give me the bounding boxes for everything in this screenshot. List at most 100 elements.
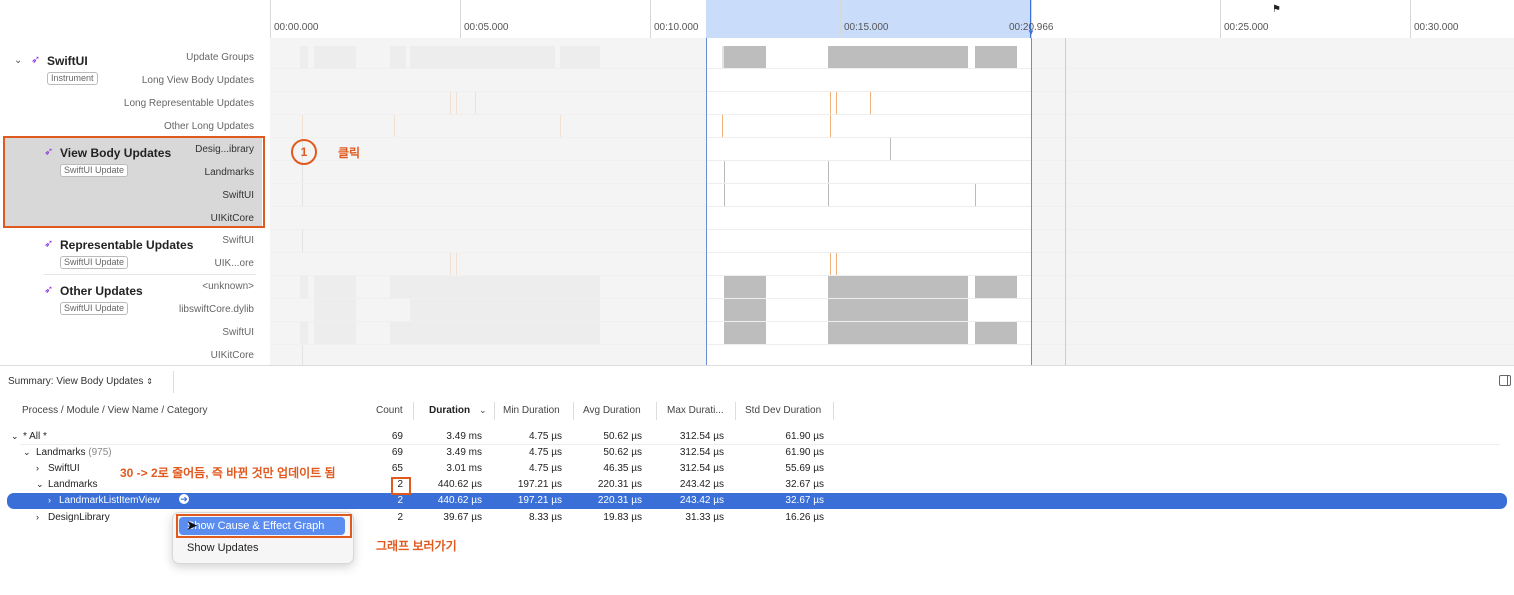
column-header-count[interactable]: Count bbox=[376, 405, 403, 416]
track-label[interactable]: SwiftUI bbox=[222, 235, 254, 246]
selection-start-line[interactable] bbox=[706, 38, 707, 365]
track-label[interactable]: Long View Body Updates bbox=[142, 75, 254, 86]
cell-max: 243.42 µs bbox=[679, 495, 724, 506]
cell-max: 31.33 µs bbox=[685, 512, 724, 523]
column-header-min-duration[interactable]: Min Duration bbox=[503, 405, 560, 416]
track-label[interactable]: UIKitCore bbox=[211, 350, 254, 361]
track-label[interactable]: Other Long Updates bbox=[164, 121, 254, 132]
table-row[interactable]: ⌄ * All * 69 3.49 ms 4.75 µs 50.62 µs 31… bbox=[0, 429, 1514, 445]
cell-duration: 440.62 µs bbox=[437, 479, 482, 490]
table-row[interactable]: ⌄ Landmarks (975) 69 3.49 ms 4.75 µs 50.… bbox=[0, 445, 1514, 461]
timeline-ruler[interactable]: 00:00.000 00:05.000 00:10.000 00:15.000 … bbox=[0, 0, 1514, 39]
row-name-text: Landmarks bbox=[36, 447, 86, 458]
event-mark[interactable] bbox=[830, 92, 831, 114]
event-mark[interactable] bbox=[828, 184, 829, 206]
sort-chevron-icon[interactable]: ⌄ bbox=[479, 405, 487, 416]
column-header-std-dev-duration[interactable]: Std Dev Duration bbox=[745, 405, 821, 416]
group-title-representable-updates: Representable Updates bbox=[60, 238, 194, 252]
flag-icon[interactable]: ⚑ bbox=[1272, 4, 1281, 15]
ruler-tick: 00:05.000 bbox=[460, 0, 509, 38]
column-header-avg-duration[interactable]: Avg Duration bbox=[583, 405, 641, 416]
swiftui-update-badge: SwiftUI Update bbox=[60, 256, 129, 269]
updown-chevron-icon: ⇕ bbox=[146, 377, 153, 386]
row-name: Landmarks (975) bbox=[36, 447, 112, 458]
column-separator[interactable] bbox=[413, 402, 414, 420]
cell-min: 197.21 µs bbox=[517, 495, 562, 506]
recording-end-line bbox=[1065, 38, 1066, 365]
event-mark[interactable] bbox=[890, 138, 891, 160]
chevron-down-icon[interactable]: ⌄ bbox=[14, 55, 22, 66]
event-mark[interactable] bbox=[836, 253, 837, 275]
row-name: LandmarkListItemView bbox=[59, 495, 160, 506]
group-title-other-updates: Other Updates bbox=[60, 284, 143, 298]
column-separator[interactable] bbox=[735, 402, 736, 420]
playhead-icon[interactable]: ▼ bbox=[1027, 28, 1035, 37]
cell-avg: 50.62 µs bbox=[603, 431, 642, 442]
event-mark[interactable] bbox=[975, 184, 976, 206]
track-label[interactable]: UIK...ore bbox=[215, 258, 254, 269]
event-mark[interactable] bbox=[830, 115, 831, 137]
event-mark[interactable] bbox=[722, 115, 723, 137]
chevron-down-icon[interactable]: ⌄ bbox=[23, 447, 31, 458]
event-bar[interactable] bbox=[828, 322, 968, 344]
event-bar[interactable] bbox=[975, 46, 1017, 68]
track-label[interactable]: Long Representable Updates bbox=[124, 98, 254, 109]
row-name: * All * bbox=[23, 431, 47, 442]
chevron-down-icon[interactable]: ⌄ bbox=[36, 479, 44, 490]
annotation-step-circle: 1 bbox=[291, 139, 317, 165]
chevron-right-icon[interactable]: › bbox=[36, 512, 39, 522]
tick-label: 00:05.000 bbox=[464, 22, 509, 33]
event-bar[interactable] bbox=[724, 299, 766, 321]
event-bar[interactable] bbox=[828, 299, 968, 321]
event-bar[interactable] bbox=[724, 46, 766, 68]
table-row-selected[interactable]: › LandmarkListItemView ➜ 2 440.62 µs 197… bbox=[7, 493, 1507, 509]
event-bar[interactable] bbox=[828, 46, 968, 68]
cell-avg: 220.31 µs bbox=[597, 479, 642, 490]
cell-min: 4.75 µs bbox=[528, 431, 562, 442]
group-title-swiftui: SwiftUI bbox=[47, 54, 88, 68]
column-header-duration[interactable]: Duration bbox=[429, 405, 470, 416]
track-label[interactable]: Update Groups bbox=[186, 52, 254, 63]
sidebar-toggle-icon[interactable] bbox=[1499, 375, 1511, 386]
table-body: ⌄ * All * 69 3.49 ms 4.75 µs 50.62 µs 31… bbox=[0, 424, 1514, 595]
cell-duration: 3.49 ms bbox=[446, 431, 482, 442]
event-mark[interactable] bbox=[724, 184, 725, 206]
event-mark[interactable] bbox=[830, 253, 831, 275]
track-label[interactable]: libswiftCore.dylib bbox=[179, 304, 254, 315]
column-header-name[interactable]: Process / Module / View Name / Category bbox=[22, 405, 207, 416]
summary-selector[interactable]: Summary: View Body Updates ⇕ bbox=[8, 376, 153, 387]
timeline-tracks[interactable] bbox=[270, 38, 1514, 365]
chevron-down-icon[interactable]: ⌄ bbox=[11, 431, 19, 442]
cell-avg: 19.83 µs bbox=[603, 512, 642, 523]
track-label[interactable]: <unknown> bbox=[202, 281, 254, 292]
chevron-right-icon[interactable]: › bbox=[36, 463, 39, 473]
column-separator[interactable] bbox=[656, 402, 657, 420]
selection-end-line[interactable] bbox=[1031, 38, 1032, 365]
event-bar[interactable] bbox=[724, 322, 766, 344]
cell-max: 312.54 µs bbox=[679, 431, 724, 442]
column-separator[interactable] bbox=[833, 402, 834, 420]
unselected-range-overlay bbox=[270, 38, 706, 365]
cell-duration: 3.49 ms bbox=[446, 447, 482, 458]
chevron-right-icon[interactable]: › bbox=[48, 495, 51, 505]
column-separator[interactable] bbox=[573, 402, 574, 420]
event-bar[interactable] bbox=[724, 276, 766, 298]
column-header-max-duration[interactable]: Max Durati... bbox=[667, 405, 724, 416]
cell-count: 2 bbox=[397, 512, 403, 523]
navigate-arrow-icon[interactable]: ➜ bbox=[179, 494, 189, 504]
menu-item-show-updates[interactable]: Show Updates bbox=[179, 539, 345, 557]
event-bar[interactable] bbox=[975, 276, 1017, 298]
table-header: Process / Module / View Name / Category … bbox=[0, 398, 1514, 425]
event-mark[interactable] bbox=[836, 92, 837, 114]
event-bar[interactable] bbox=[828, 276, 968, 298]
summary-label: Summary: View Body Updates bbox=[8, 376, 144, 387]
track-label[interactable]: SwiftUI bbox=[222, 327, 254, 338]
event-mark[interactable] bbox=[870, 92, 871, 114]
event-bar[interactable] bbox=[975, 322, 1017, 344]
event-mark[interactable] bbox=[724, 161, 725, 183]
column-separator[interactable] bbox=[494, 402, 495, 420]
group-divider bbox=[44, 274, 256, 275]
mouse-cursor-icon: ➤ bbox=[186, 517, 198, 533]
cell-std: 32.67 µs bbox=[785, 495, 824, 506]
event-mark[interactable] bbox=[828, 161, 829, 183]
